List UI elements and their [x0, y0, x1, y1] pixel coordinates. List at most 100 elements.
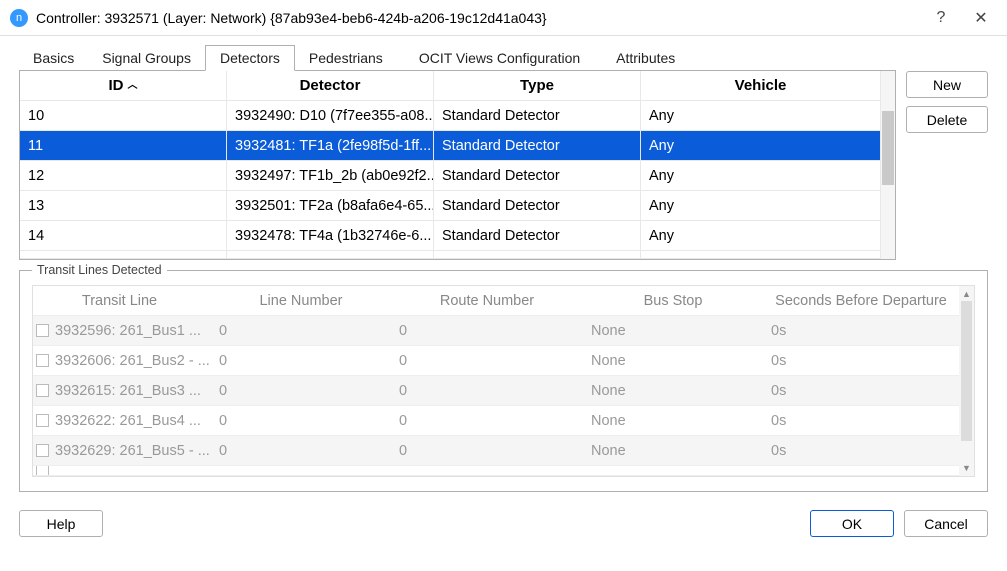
cell-type: Standard Detector — [434, 131, 641, 160]
table-row[interactable]: 103932490: D10 (7f7ee355-a08...Standard … — [20, 101, 880, 131]
dialog-footer: Help OK Cancel — [0, 500, 1007, 549]
cell-vehicle: Any — [641, 131, 880, 160]
cell-route-number: 0 — [391, 346, 583, 375]
titlebar: n Controller: 3932571 (Layer: Network) {… — [0, 0, 1007, 36]
cell-type: Standard Detector — [434, 221, 641, 250]
tab-basics[interactable]: Basics — [19, 45, 88, 71]
detectors-grid[interactable]: ID ︿ Detector Type Vehicle 103932490: D1… — [19, 70, 896, 260]
cell-detector: 3932490: D10 (7f7ee355-a08... — [227, 101, 434, 130]
scroll-thumb[interactable] — [961, 301, 972, 441]
window-title: Controller: 3932571 (Layer: Network) {87… — [36, 10, 921, 26]
transit-lines-grid[interactable]: Transit Line Line Number Route Number Bu… — [32, 285, 975, 477]
scroll-up-icon[interactable]: ▲ — [961, 288, 972, 300]
tab-attributes[interactable]: Attributes — [602, 45, 689, 71]
scroll-thumb[interactable] — [882, 111, 894, 185]
cell-bus-stop: None — [583, 406, 763, 435]
cell-transit-line: 3932629: 261_Bus5 - ... — [33, 436, 211, 465]
checkbox[interactable] — [36, 384, 49, 397]
detectors-scrollbar[interactable] — [881, 71, 895, 259]
col-route-number[interactable]: Route Number — [391, 286, 583, 315]
cancel-button[interactable]: Cancel — [904, 510, 988, 537]
cell-id: 14 — [20, 221, 227, 250]
col-transit-line[interactable]: Transit Line — [33, 286, 211, 315]
detectors-grid-header: ID ︿ Detector Type Vehicle — [20, 71, 880, 101]
list-item[interactable]: 3932615: 261_Bus3 ...00None0s — [33, 376, 959, 406]
cell-id: 12 — [20, 161, 227, 190]
cell-route-number: 0 — [391, 376, 583, 405]
cell-line-number: 0 — [211, 346, 391, 375]
tab-detectors[interactable]: Detectors — [205, 45, 295, 71]
cell-vehicle: Any — [641, 101, 880, 130]
app-icon: n — [10, 9, 28, 27]
col-bus-stop[interactable]: Bus Stop — [583, 286, 763, 315]
transit-lines-legend: Transit Lines Detected — [32, 263, 167, 277]
transit-line-label: 3932629: 261_Bus5 - ... — [55, 443, 210, 459]
table-row[interactable]: 143932478: TF4a (1b32746e-6...Standard D… — [20, 221, 880, 251]
transit-scrollbar[interactable]: ▲ ▼ — [959, 286, 974, 476]
checkbox[interactable] — [36, 466, 49, 475]
table-row[interactable]: 123932497: TF1b_2b (ab0e92f2...Standard … — [20, 161, 880, 191]
cell-seconds-before: 0s — [763, 406, 959, 435]
cell-transit-line: 3932622: 261_Bus4 ... — [33, 406, 211, 435]
cell-line-number: 0 — [211, 436, 391, 465]
list-item[interactable]: 3932629: 261_Bus5 - ...00None0s — [33, 436, 959, 466]
tabstrip: Basics Signal Groups Detectors Pedestria… — [19, 45, 988, 71]
checkbox[interactable] — [36, 414, 49, 427]
tab-ocit[interactable]: OCIT Views Configuration — [397, 45, 602, 71]
transit-line-label: 3932596: 261_Bus1 ... — [55, 323, 201, 339]
col-id-label: ID — [109, 77, 124, 94]
cell-transit-line: 3932596: 261_Bus1 ... — [33, 316, 211, 345]
cell-vehicle: Any — [641, 221, 880, 250]
col-line-number[interactable]: Line Number — [211, 286, 391, 315]
list-item[interactable]: 3932596: 261_Bus1 ...00None0s — [33, 316, 959, 346]
help-icon[interactable]: ? — [921, 3, 961, 33]
list-item[interactable]: 3932606: 261_Bus2 - ...00None0s — [33, 346, 959, 376]
cell-id: 11 — [20, 131, 227, 160]
table-row[interactable]: 133932501: TF2a (b8afa6e4-65...Standard … — [20, 191, 880, 221]
cell-id: 13 — [20, 191, 227, 220]
help-button[interactable]: Help — [19, 510, 103, 537]
cell-transit-line: 3932606: 261_Bus2 - ... — [33, 346, 211, 375]
list-item[interactable]: 3932622: 261_Bus4 ...00None0s — [33, 406, 959, 436]
sort-caret-icon: ︿ — [128, 83, 138, 89]
cell-transit-line: 3932615: 261_Bus3 ... — [33, 376, 211, 405]
col-id[interactable]: ID ︿ — [20, 71, 227, 100]
cell-bus-stop: None — [583, 436, 763, 465]
cell-detector: 3932497: TF1b_2b (ab0e92f2... — [227, 161, 434, 190]
cell-line-number: 0 — [211, 376, 391, 405]
checkbox[interactable] — [36, 354, 49, 367]
table-row-partial — [20, 251, 880, 259]
transit-line-label: 3932606: 261_Bus2 - ... — [55, 353, 210, 369]
ok-button[interactable]: OK — [810, 510, 894, 537]
list-item-partial — [33, 466, 959, 476]
col-detector[interactable]: Detector — [227, 71, 434, 100]
table-row[interactable]: 113932481: TF1a (2fe98f5d-1ff...Standard… — [20, 131, 880, 161]
transit-lines-group: Transit Lines Detected Transit Line Line… — [19, 270, 988, 492]
cell-line-number: 0 — [211, 316, 391, 345]
delete-button[interactable]: Delete — [906, 106, 988, 133]
close-icon[interactable]: ✕ — [961, 3, 1001, 33]
cell-seconds-before: 0s — [763, 346, 959, 375]
checkbox[interactable] — [36, 324, 49, 337]
cell-seconds-before: 0s — [763, 436, 959, 465]
cell-vehicle: Any — [641, 191, 880, 220]
cell-route-number: 0 — [391, 436, 583, 465]
cell-bus-stop: None — [583, 316, 763, 345]
cell-id: 10 — [20, 101, 227, 130]
cell-detector: 3932478: TF4a (1b32746e-6... — [227, 221, 434, 250]
col-type[interactable]: Type — [434, 71, 641, 100]
cell-route-number: 0 — [391, 406, 583, 435]
cell-type: Standard Detector — [434, 161, 641, 190]
col-vehicle[interactable]: Vehicle — [641, 71, 880, 100]
scroll-down-icon[interactable]: ▼ — [961, 462, 972, 474]
new-button[interactable]: New — [906, 71, 988, 98]
transit-line-label: 3932615: 261_Bus3 ... — [55, 383, 201, 399]
cell-seconds-before: 0s — [763, 316, 959, 345]
tab-pedestrians[interactable]: Pedestrians — [295, 45, 397, 71]
col-seconds-before-departure[interactable]: Seconds Before Departure — [763, 286, 959, 315]
cell-route-number: 0 — [391, 316, 583, 345]
transit-line-label: 3932622: 261_Bus4 ... — [55, 413, 201, 429]
checkbox[interactable] — [36, 444, 49, 457]
transit-grid-header: Transit Line Line Number Route Number Bu… — [33, 286, 959, 316]
tab-signal-groups[interactable]: Signal Groups — [88, 45, 205, 71]
